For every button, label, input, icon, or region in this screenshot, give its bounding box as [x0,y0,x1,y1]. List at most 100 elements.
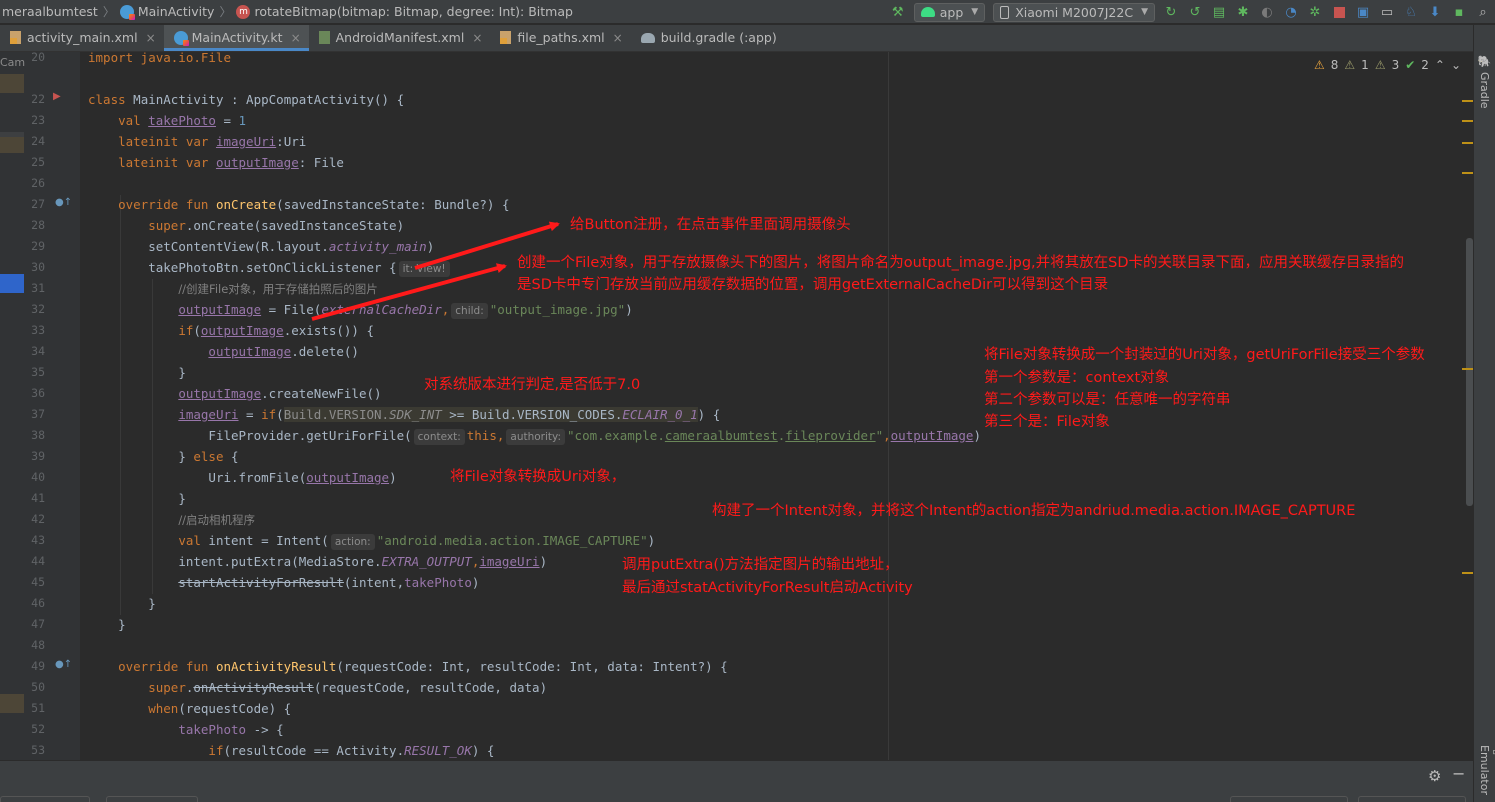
bottom-tab[interactable] [1358,796,1466,802]
inspection-widget[interactable]: ⚠ 8 ⚠ 1 ⚠ 3 ✔ 2 ⌃ ⌄ [1314,58,1467,72]
keyword: override fun [118,197,209,212]
avd-manager-icon[interactable]: ▪ [1448,1,1470,23]
inlay-hint: child: [451,303,488,319]
code-text: = [215,113,239,128]
gear-icon[interactable]: ⚙ [1428,767,1441,785]
run-class-icon[interactable]: ▶ [53,91,61,102]
profile-icon[interactable]: ◐ [1256,1,1278,23]
code-text: ) [389,470,397,485]
line-number: 24 [31,134,45,148]
tab-file-paths[interactable]: file_paths.xml × [490,25,630,51]
sdk-manager-icon[interactable]: ⬇ [1424,1,1446,23]
tab-main-activity[interactable]: MainActivity.kt × [163,25,309,51]
property-name: RESULT_OK [404,743,472,758]
gradle-label: Gradle [1478,71,1491,109]
profiler-gauge-icon[interactable]: ◔ [1280,1,1302,23]
property-name: imageUri [215,134,277,149]
code-text: .exists()) { [283,323,375,338]
code-text: ) [471,575,480,590]
search-icon[interactable]: ⌕ [1472,1,1494,23]
gradle-icon: 🐘 [1478,55,1491,69]
device-manager-icon[interactable]: ▣ [1352,1,1374,23]
code-line-41: } [88,488,186,509]
code-line-30: takePhotoBtn.setOnClickListener {it: Vie… [88,257,452,278]
line-number: 22 [31,92,45,106]
bottom-tab[interactable] [1230,796,1348,802]
code-line-50: super.onActivityResult(requestCode, resu… [88,677,547,698]
tab-android-manifest[interactable]: AndroidManifest.xml × [309,25,491,51]
keyword: if [261,407,277,422]
debug-icon[interactable]: ✱ [1232,1,1254,23]
code-editor[interactable]: import java.io.File class MainActivity :… [80,52,1473,760]
override-method-icon[interactable]: ●↑ [55,659,72,670]
property-name: outputImage [200,323,284,338]
scrollbar-thumb[interactable] [1466,238,1473,506]
chevron-down-icon[interactable]: ⌄ [1451,58,1461,72]
project-panel-edge[interactable]: Cam [0,52,26,760]
line-number: 28 [31,218,45,232]
gradle-tool-button[interactable]: 🐘 Gradle [1478,55,1491,109]
chevron-down-icon: ▼ [971,7,979,17]
code-text: -> { [246,722,284,737]
code-line-53: if(resultCode == Activity.RESULT_OK) { [88,740,494,760]
line-number: 36 [31,386,45,400]
code-text: } [178,365,186,380]
annotation-intent: 构建了一个Intent对象，并将这个Intent的action指定为andriu… [712,503,1356,519]
line-number: 38 [31,428,45,442]
tab-activity-main[interactable]: activity_main.xml × [0,25,164,51]
apply-changes-icon[interactable]: ↻ [1160,1,1182,23]
property-name: outputImage [890,428,974,443]
device-label: Xiaomi M2007J22C [1015,4,1134,20]
annotation-fromfile: 将File对象转换成Uri对象， [450,469,626,485]
device-select[interactable]: Xiaomi M2007J22C ▼ [993,2,1155,22]
string-literal: "android.media.action.IMAGE_CAPTURE" [376,533,648,548]
project-tree-row [0,74,24,93]
breadcrumb-class-label: MainActivity [137,4,215,19]
code-text: ) [539,554,548,569]
bottom-tab[interactable] [0,796,90,802]
tab-label: MainActivity.kt [191,30,283,45]
breadcrumb-project[interactable]: meraalbumtest [0,4,100,19]
line-number: 33 [31,323,45,337]
property-name: ECLAIR_0_1 [622,407,698,422]
minimize-icon[interactable]: − [1452,764,1465,783]
attach-debugger-icon[interactable]: ✲ [1304,1,1326,23]
stop-icon[interactable] [1328,1,1350,23]
code-text: Build.VERSION. [283,407,390,422]
line-number: 42 [31,512,45,526]
bottom-tab[interactable] [106,796,198,802]
hammer-icon[interactable]: ⚒ [887,1,909,23]
close-icon[interactable]: × [472,31,482,45]
code-text: FileProvider.getUriForFile( [208,428,412,443]
line-number: 44 [31,554,45,568]
override-method-icon[interactable]: ●↑ [55,197,72,208]
run-config-select[interactable]: app ▼ [913,2,986,22]
project-tree-selected-row [0,274,24,293]
sync-gradle-icon[interactable]: ♘ [1400,1,1422,23]
close-icon[interactable]: × [291,31,301,45]
line-number: 34 [31,344,45,358]
property-name: imageUri [178,407,239,422]
keyword: super [148,218,186,233]
breadcrumb-class[interactable]: MainActivity [118,4,217,20]
project-tree-row [0,137,24,153]
chevron-up-icon[interactable]: ⌃ [1435,58,1445,72]
layout-inspector-icon[interactable]: ▭ [1376,1,1398,23]
tab-label: activity_main.xml [27,30,138,45]
keyword: else [193,449,224,464]
breadcrumb-method[interactable]: m rotateBitmap(bitmap: Bitmap, degree: In… [234,4,574,19]
function-name: onCreate [215,197,277,212]
tab-build-gradle[interactable]: build.gradle (:app) [631,25,785,51]
line-number: 27 [31,197,45,211]
code-comment: //启动相机程序 [178,513,256,527]
property-name: takePhoto [404,575,472,590]
apply-code-changes-icon[interactable]: ↺ [1184,1,1206,23]
code-line-29: setContentView(R.layout.activity_main) [88,236,434,257]
coverage-icon[interactable]: ▤ [1208,1,1230,23]
close-icon[interactable]: × [613,31,623,45]
close-icon[interactable]: × [146,31,156,45]
line-number: 31 [31,281,45,295]
annotation-file-line2: 是SD卡中专门存放当前应用缓存数据的位置，调用getExternalCacheD… [517,277,1109,293]
emulator-tool-button[interactable]: ▭ Emulator [1478,745,1495,802]
annotation-putextra-line1: 调用putExtra()方法指定图片的输出地址， [622,557,899,573]
